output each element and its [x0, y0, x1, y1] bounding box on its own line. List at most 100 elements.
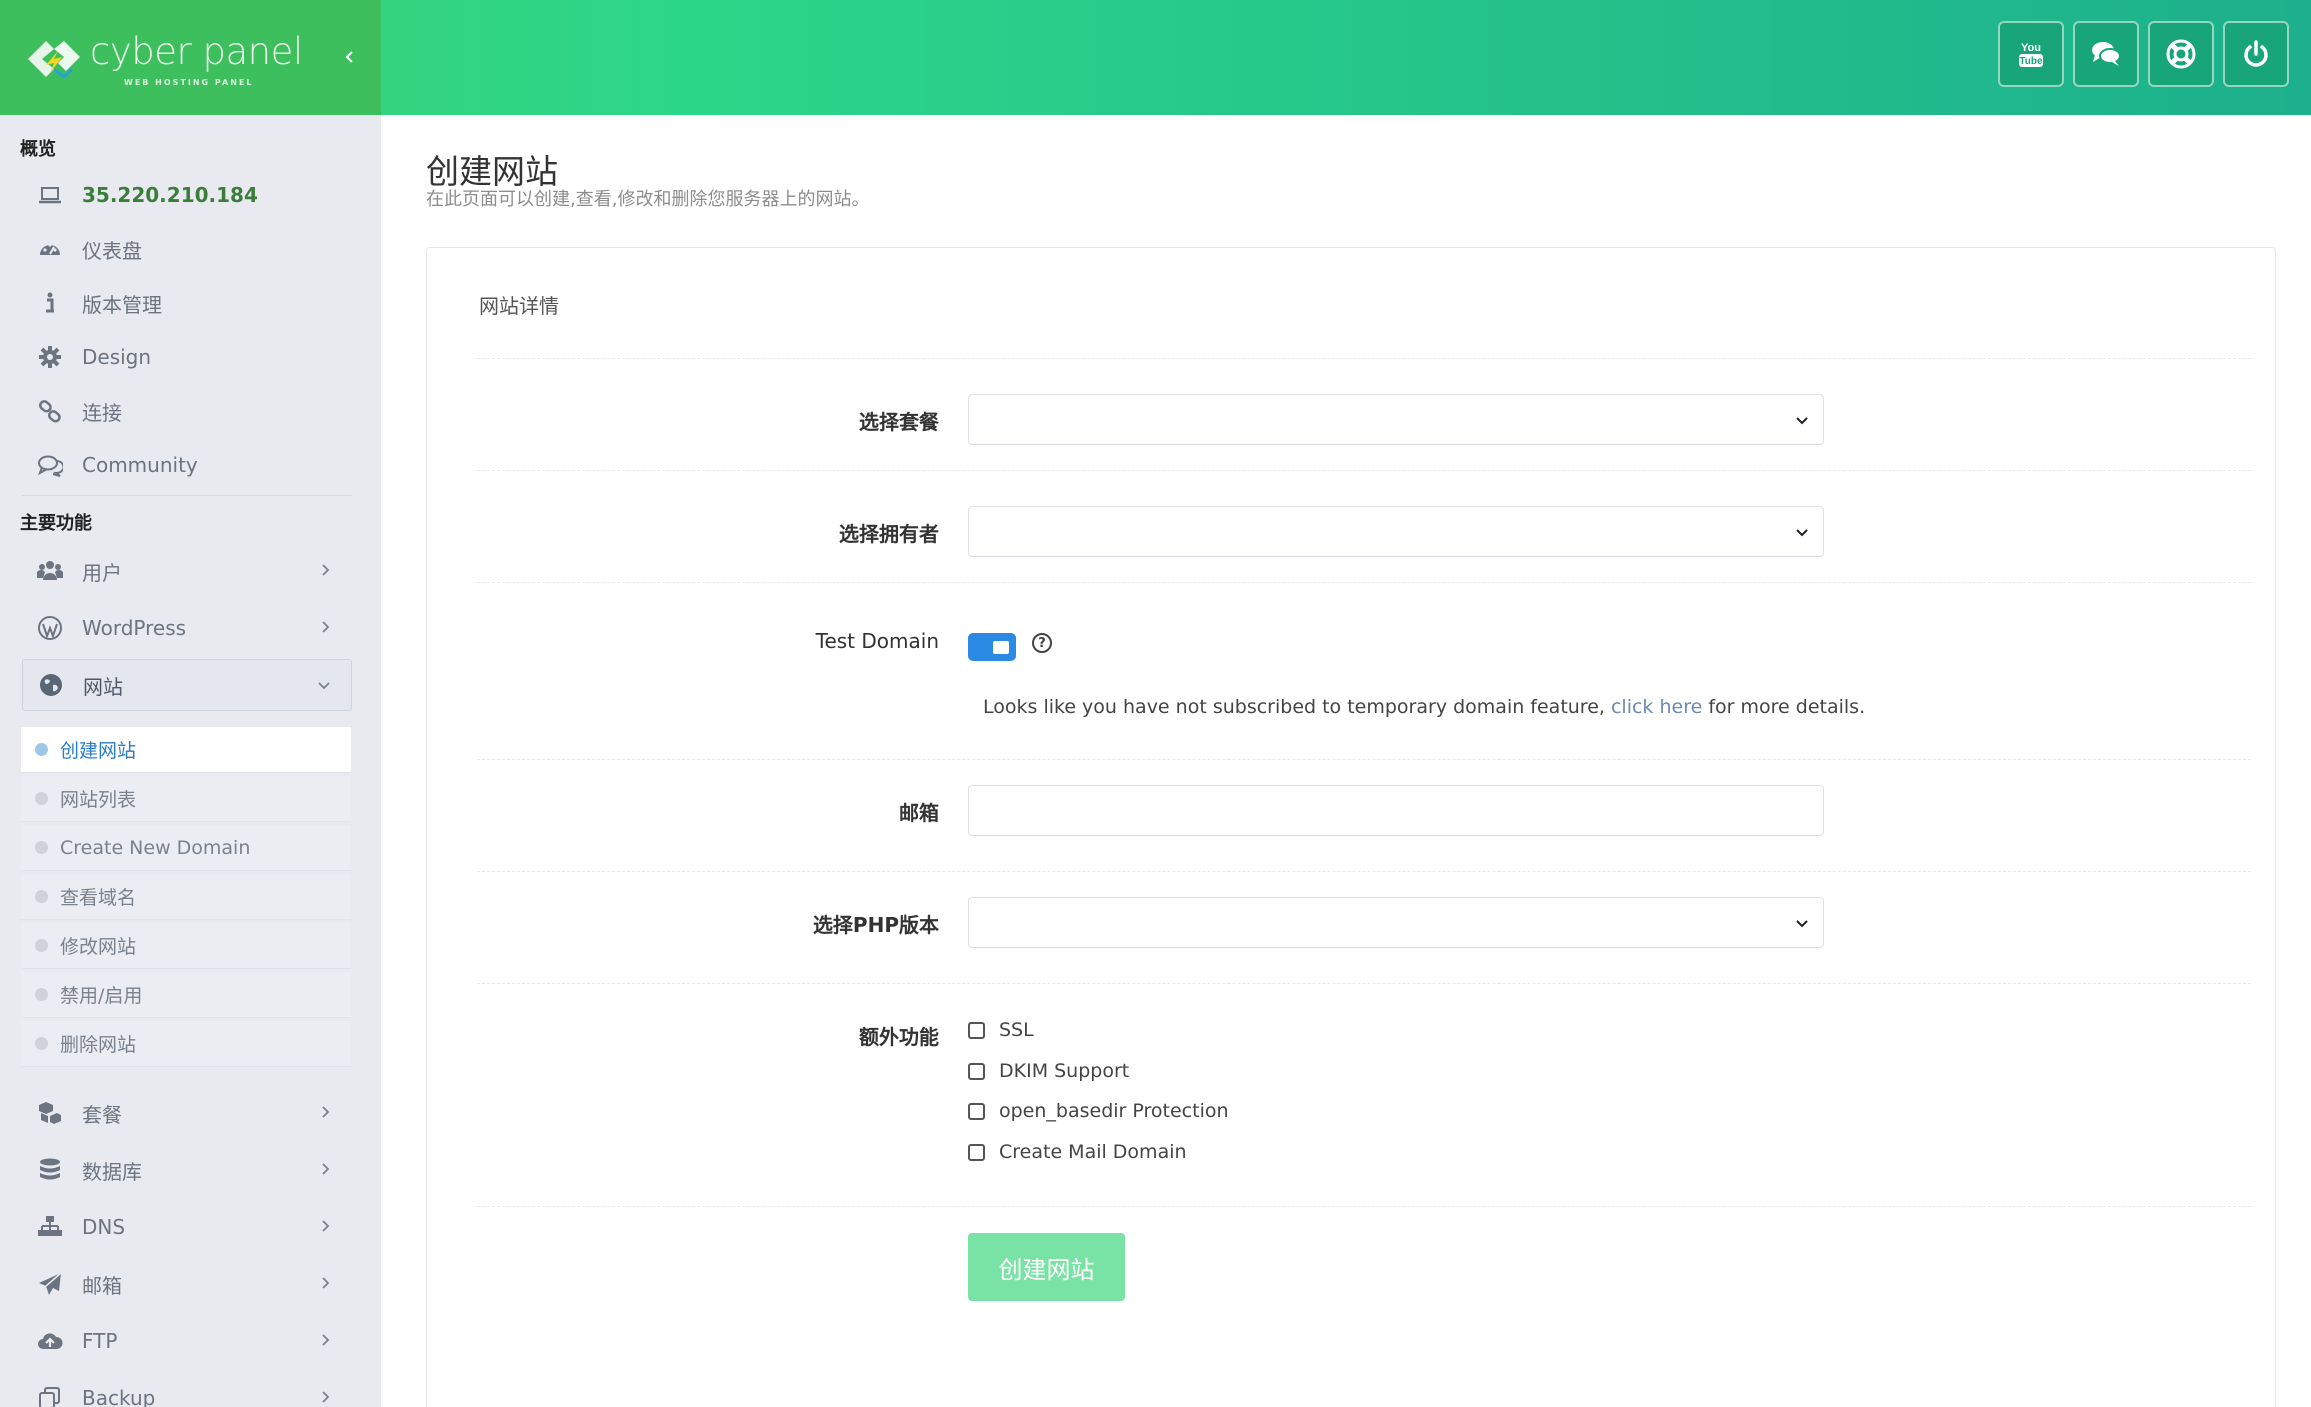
test-domain-label: Test Domain: [815, 629, 939, 653]
sidebar-item-ftp[interactable]: FTP: [22, 1315, 352, 1367]
chevron-right-icon: [314, 1386, 336, 1407]
note-text: Looks like you have not subscribed to te…: [983, 696, 1605, 718]
sidebar: 概览 35.220.210.184 仪表盘 版本管理 Design 连接 Com…: [0, 115, 381, 1407]
submenu-label: 查看域名: [60, 887, 137, 909]
mail-domain-option[interactable]: Create Mail Domain: [968, 1141, 1187, 1163]
power-button[interactable]: [2223, 21, 2289, 87]
submenu-label: Create New Domain: [60, 836, 251, 859]
youtube-icon: You Tube: [2019, 42, 2043, 67]
owner-select[interactable]: [968, 506, 1824, 557]
extra-features-label: 额外功能: [859, 1025, 939, 1049]
sidebar-divider: [22, 495, 352, 496]
sidebar-item-email[interactable]: 邮箱: [22, 1258, 352, 1310]
users-icon: [36, 557, 64, 585]
submenu-suspend-unsuspend[interactable]: 禁用/启用: [21, 972, 351, 1018]
chevron-right-icon: [314, 559, 336, 581]
submenu-create-new-domain[interactable]: Create New Domain: [21, 825, 351, 871]
dkim-option[interactable]: DKIM Support: [968, 1060, 1129, 1082]
sidebar-item-websites[interactable]: 网站: [22, 659, 352, 711]
sidebar-item-design[interactable]: Design: [22, 331, 352, 383]
logo-area: cyber panel WEB HOSTING PANEL: [0, 0, 381, 115]
sidebar-item-backup[interactable]: Backup: [22, 1372, 352, 1407]
email-field[interactable]: [968, 785, 1824, 836]
submenu-label: 禁用/启用: [60, 985, 143, 1007]
chevron-left-icon: [345, 51, 353, 63]
sidebar-item-connect[interactable]: 连接: [22, 385, 352, 437]
bullet-icon: [35, 792, 48, 805]
option-label: SSL: [999, 1019, 1034, 1041]
dkim-checkbox[interactable]: [968, 1062, 985, 1080]
submenu-label: 修改网站: [60, 936, 137, 958]
sidebar-item-label: Community: [82, 453, 198, 477]
package-select[interactable]: [968, 394, 1824, 445]
help-icon[interactable]: ?: [1032, 633, 1052, 653]
click-here-link[interactable]: click here: [1611, 696, 1702, 718]
chat-icon: [2092, 42, 2121, 66]
submenu-delete-website[interactable]: 删除网站: [21, 1021, 351, 1067]
submenu-label: 创建网站: [60, 740, 137, 762]
note-text: for more details.: [1708, 696, 1866, 718]
open-basedir-checkbox[interactable]: [968, 1102, 985, 1120]
submenu-create-website[interactable]: 创建网站: [21, 727, 351, 773]
logo-subtitle: WEB HOSTING PANEL: [124, 78, 254, 87]
cubes-icon: [36, 1099, 64, 1127]
toggle-knob: [993, 641, 1009, 654]
page-description: 在此页面可以创建,查看,修改和删除您服务器上的网站。: [426, 189, 870, 210]
submenu-view-domains[interactable]: 查看域名: [21, 874, 351, 920]
sidebar-item-users[interactable]: 用户: [22, 545, 352, 597]
submenu-label: 网站列表: [60, 789, 137, 811]
gear-icon: [36, 343, 64, 371]
sidebar-item-version[interactable]: 版本管理: [22, 277, 352, 329]
chevron-right-icon: [314, 1158, 336, 1180]
ssl-checkbox[interactable]: [968, 1021, 985, 1039]
sidebar-item-label: 仪表盘: [82, 238, 142, 263]
section-title-main-features: 主要功能: [20, 513, 92, 534]
wordpress-icon: [36, 614, 64, 642]
sidebar-item-dashboard[interactable]: 仪表盘: [22, 223, 352, 275]
svg-text:You: You: [2021, 42, 2041, 54]
sidebar-item-packages[interactable]: 套餐: [22, 1087, 352, 1139]
sidebar-item-label: 数据库: [82, 1159, 142, 1184]
panel-title: 网站详情: [479, 294, 559, 318]
sidebar-item-community[interactable]: Community: [22, 439, 352, 491]
sidebar-item-wordpress[interactable]: WordPress: [22, 602, 352, 654]
sidebar-collapse-button[interactable]: [336, 40, 364, 74]
support-button[interactable]: [2148, 21, 2214, 87]
email-label: 邮箱: [899, 801, 939, 825]
chevron-right-icon: [314, 1101, 336, 1123]
lifebuoy-icon: [2166, 39, 2196, 69]
sidebar-item-server-ip[interactable]: 35.220.210.184: [22, 169, 352, 221]
chat-button[interactable]: [2073, 21, 2139, 87]
bullet-icon: [35, 841, 48, 854]
divider: [477, 871, 2251, 872]
option-label: DKIM Support: [999, 1060, 1130, 1082]
create-website-button[interactable]: 创建网站: [968, 1233, 1125, 1301]
divider: [477, 759, 2251, 760]
test-domain-toggle[interactable]: [968, 633, 1016, 661]
submenu-modify-website[interactable]: 修改网站: [21, 923, 351, 969]
sidebar-item-databases[interactable]: 数据库: [22, 1144, 352, 1196]
chevron-right-icon: [314, 1215, 336, 1237]
divider: [477, 1206, 2251, 1207]
chevron-down-icon: [313, 674, 335, 696]
youtube-button[interactable]: You Tube: [1998, 21, 2064, 87]
sidebar-item-dns[interactable]: DNS: [22, 1201, 352, 1253]
php-version-select[interactable]: [968, 897, 1824, 948]
sidebar-item-label: 版本管理: [82, 292, 162, 317]
option-label: open_basedir Protection: [999, 1100, 1229, 1122]
mail-domain-checkbox[interactable]: [968, 1143, 985, 1161]
test-domain-note: Looks like you have not subscribed to te…: [983, 696, 1865, 718]
sidebar-item-label: 网站: [83, 674, 123, 699]
submenu-list-websites[interactable]: 网站列表: [21, 776, 351, 822]
dashboard-icon: [36, 235, 64, 263]
power-icon: [2244, 40, 2268, 67]
chevron-right-icon: [314, 616, 336, 638]
ssl-option[interactable]: SSL: [968, 1019, 1034, 1041]
laptop-icon: [36, 181, 64, 209]
php-version-label: 选择PHP版本: [812, 913, 939, 937]
open-basedir-option[interactable]: open_basedir Protection: [968, 1100, 1229, 1122]
bullet-icon: [35, 890, 48, 903]
bullet-icon: [35, 939, 48, 952]
chat-icon: [36, 451, 64, 479]
bullet-icon: [35, 988, 48, 1001]
